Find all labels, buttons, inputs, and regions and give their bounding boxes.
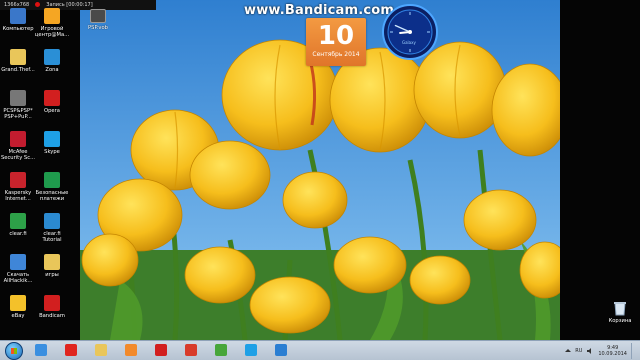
desktop-icon-label: Корзина bbox=[608, 318, 632, 324]
mcafee-icon bbox=[10, 131, 26, 147]
clock-icon bbox=[382, 4, 438, 60]
desktop-icon-label: Opera bbox=[44, 108, 60, 114]
desktop-icon-skype[interactable]: Skype bbox=[32, 131, 72, 155]
clock-widget[interactable]: Galaxy bbox=[382, 4, 438, 60]
desktop-icon-bandicam[interactable]: Bandicam bbox=[32, 295, 72, 319]
recycle-bin-icon bbox=[614, 302, 626, 316]
safe-money-icon bbox=[44, 172, 60, 188]
clock-label: Galaxy bbox=[402, 40, 416, 45]
language-indicator[interactable]: RU bbox=[575, 348, 582, 354]
ebay-icon bbox=[10, 295, 26, 311]
taskbar-opera-taskbar-button[interactable] bbox=[152, 343, 170, 358]
taskbar-date: 10.09.2014 bbox=[598, 351, 627, 357]
desktop-icon-zona[interactable]: Zona bbox=[32, 49, 72, 73]
skype-icon bbox=[44, 131, 60, 147]
desktop-icon-recycle-bin[interactable]: Корзина bbox=[600, 300, 640, 324]
desktop-icon-opera[interactable]: Opera bbox=[32, 90, 72, 114]
start-button[interactable] bbox=[5, 342, 23, 360]
clearfi-tutorial-icon bbox=[44, 213, 60, 229]
psp-icon bbox=[10, 90, 26, 106]
show-hidden-icons-icon[interactable] bbox=[565, 348, 572, 354]
yandex-icon bbox=[65, 344, 77, 356]
utorrent-icon bbox=[215, 344, 227, 356]
taskbar-skype-taskbar-button[interactable] bbox=[242, 343, 260, 358]
computer-icon bbox=[10, 8, 26, 24]
game-center-icon bbox=[44, 8, 60, 24]
calendar-widget[interactable]: 10 Сентябрь 2014 bbox=[306, 18, 366, 66]
desktop-icon-label: Безопасные платежи bbox=[35, 190, 69, 202]
internet-explorer-icon bbox=[35, 344, 47, 356]
desktop-icon-games-folder[interactable]: игры bbox=[32, 254, 72, 278]
windows-update-icon bbox=[275, 344, 287, 356]
desktop-icon-label: Bandicam bbox=[39, 313, 65, 319]
opera-icon bbox=[44, 90, 60, 106]
desktop-icon-safe-money[interactable]: Безопасные платежи bbox=[32, 172, 72, 202]
taskbar-windows-update-button[interactable] bbox=[272, 343, 290, 358]
taskbar-yandex-browser-button[interactable] bbox=[182, 343, 200, 358]
record-dot-icon bbox=[35, 2, 41, 7]
desktop-icon-psp-vob[interactable]: PSP.vob bbox=[78, 9, 118, 31]
taskbar-utorrent-button[interactable] bbox=[212, 343, 230, 358]
folder-icon bbox=[10, 49, 26, 65]
games-folder-icon bbox=[44, 254, 60, 270]
kaspersky-icon bbox=[10, 172, 26, 188]
taskbar-internet-explorer-button[interactable] bbox=[32, 343, 50, 358]
desktop-icon-label: Zona bbox=[45, 67, 59, 73]
opera-taskbar-icon bbox=[155, 344, 167, 356]
desktop-icon-clearfi-tutorial[interactable]: clear.fi Tutorial bbox=[32, 213, 72, 243]
taskbar-media-player-button[interactable] bbox=[122, 343, 140, 358]
desktop-icon-label: игры bbox=[45, 272, 59, 278]
screen: 1366x768 Запись [00:00:17] www.Bandicam.… bbox=[0, 0, 640, 360]
taskbar-yandex-button[interactable] bbox=[62, 343, 80, 358]
desktop-icon-game-center[interactable]: Игровой центр@Ма... bbox=[32, 8, 72, 38]
desktop-icon-label: PSP.vob bbox=[88, 25, 108, 31]
show-desktop-button[interactable] bbox=[631, 343, 636, 359]
desktop-icon-label: Игровой центр@Ма... bbox=[34, 26, 70, 38]
clearfi-icon bbox=[10, 213, 26, 229]
volume-icon[interactable] bbox=[586, 347, 594, 355]
zona-icon bbox=[44, 49, 60, 65]
desktop-icon-label: Skype bbox=[44, 149, 60, 155]
explorer-folder-icon bbox=[95, 344, 107, 356]
bandicam-icon bbox=[44, 295, 60, 311]
download-icon bbox=[10, 254, 26, 270]
desktop-icon-label: clear.fi Tutorial bbox=[42, 231, 62, 243]
windows-logo-icon bbox=[11, 348, 17, 354]
media-player-icon bbox=[125, 344, 137, 356]
skype-taskbar-icon bbox=[245, 344, 257, 356]
calendar-day: 10 bbox=[317, 21, 355, 51]
video-file-icon bbox=[90, 9, 106, 23]
taskbar-clock[interactable]: 9:49 10.09.2014 bbox=[598, 345, 627, 357]
bandicam-watermark: www.Bandicam.com bbox=[244, 3, 395, 18]
calendar-month: Сентябрь 2014 bbox=[312, 51, 360, 58]
taskbar: RU 9:49 10.09.2014 bbox=[0, 340, 640, 360]
taskbar-explorer-folder-button[interactable] bbox=[92, 343, 110, 358]
yandex-browser-icon bbox=[185, 344, 197, 356]
desktop-right-margin bbox=[560, 0, 640, 340]
system-tray: RU 9:49 10.09.2014 bbox=[565, 343, 636, 359]
